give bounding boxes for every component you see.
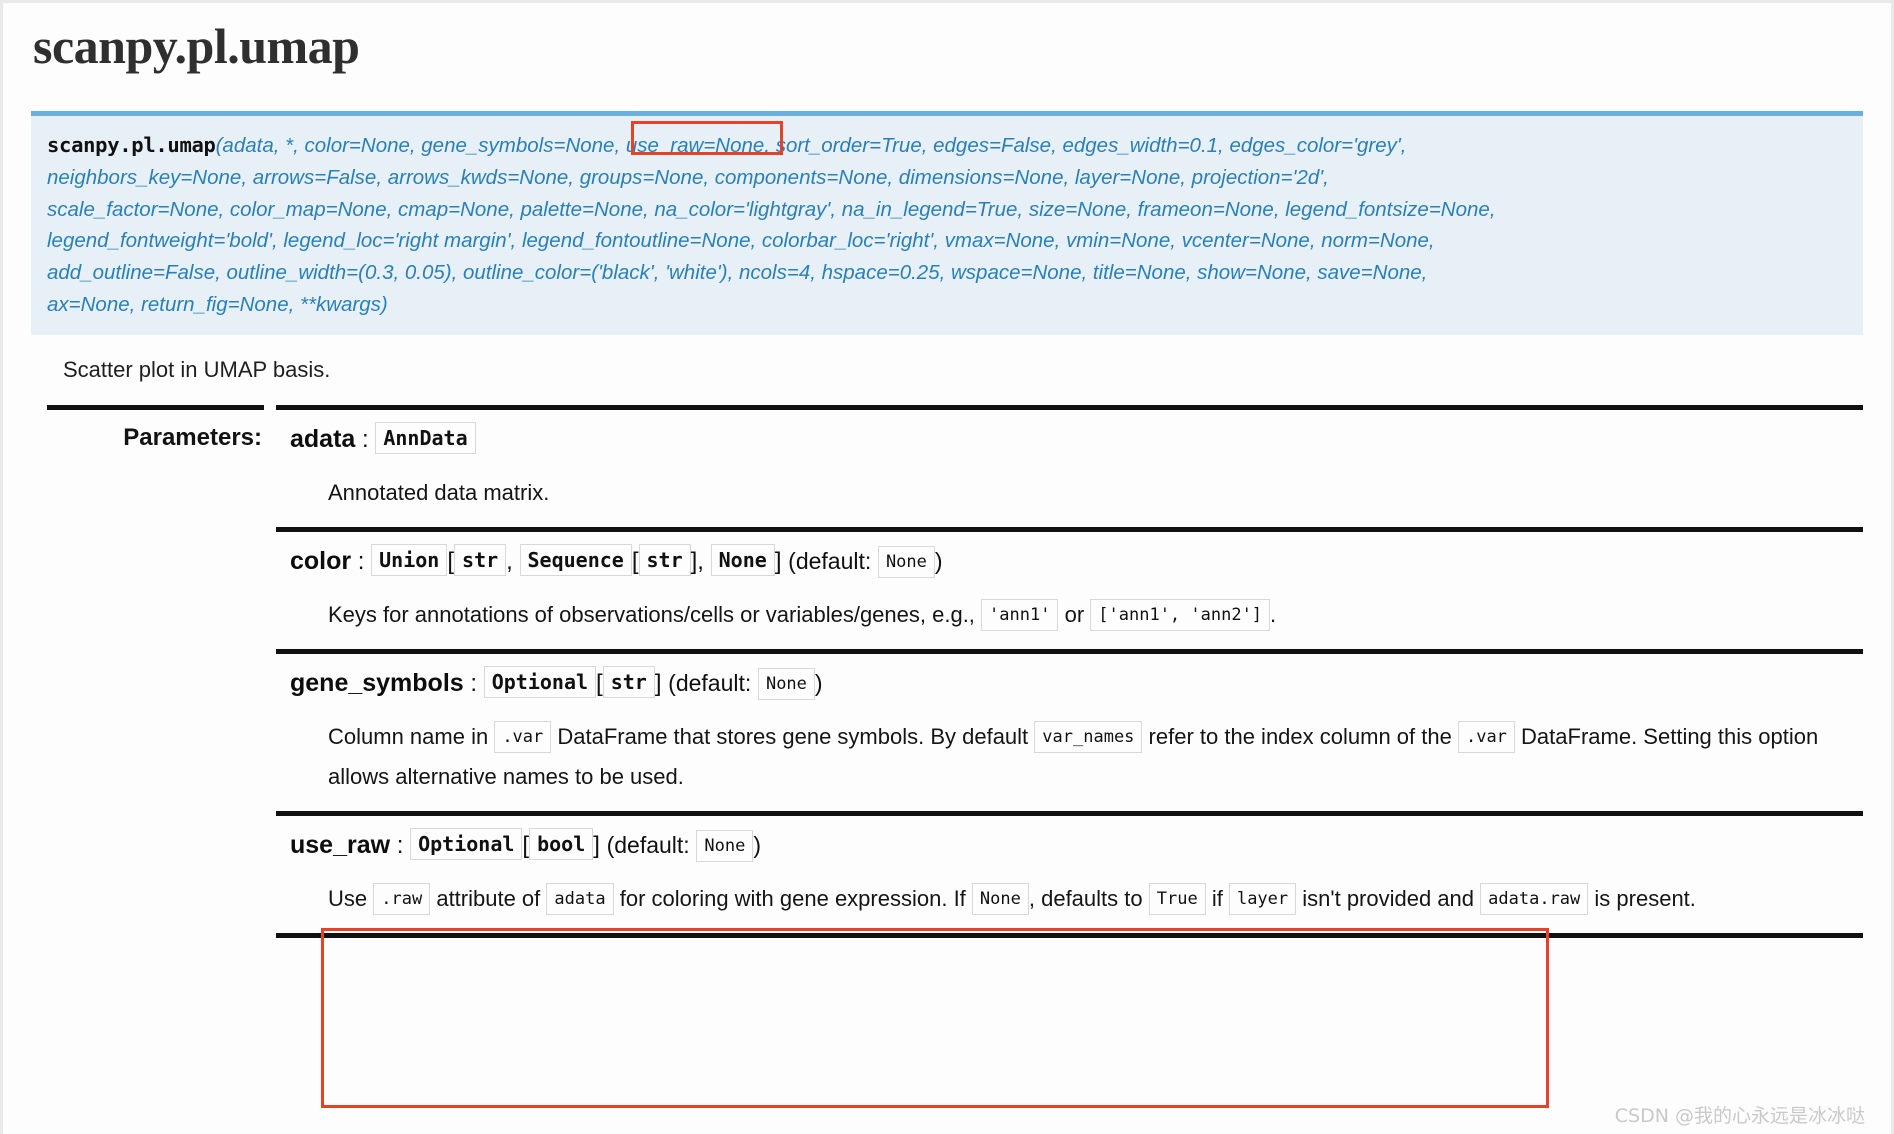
param-gene-symbols-type-optional: Optional [483, 665, 597, 698]
param-gene-symbols: gene_symbols : Optional[str] (default: N… [276, 654, 1863, 811]
annotation-box-param-use-raw [321, 928, 1549, 1108]
signature-line-1: scanpy.pl.umap(adata, *, color=None, gen… [47, 130, 1849, 162]
param-gene-symbols-name: gene_symbols [290, 668, 464, 697]
page-title: scanpy.pl.umap [33, 18, 360, 74]
param-color-bracket-1: [ [447, 547, 455, 575]
signature-line-2: neighbors_key=None, arrows=False, arrows… [47, 165, 1329, 189]
param-gene-symbols-default-open: (default: [668, 669, 752, 696]
parameters-body-cell: adata : AnnData Annotated data matrix. c… [276, 404, 1863, 938]
param-use-raw-desc: Use .raw attribute of adata for coloring… [328, 879, 1828, 919]
param-color-type-str-2: str [638, 543, 691, 576]
param-color-desc: Keys for annotations of observations/cel… [328, 595, 1828, 635]
parameters-label-cell: Parameters: [31, 404, 276, 938]
param-gene-symbols-bracket-2: ] [654, 669, 662, 697]
param-gene-symbols-default-value: None [757, 667, 815, 700]
param-adata: adata : AnnData Annotated data matrix. [276, 410, 1863, 527]
param-gene-symbols-colon: : [470, 669, 478, 697]
param-color: color : Union[str, Sequence[str], None] … [276, 532, 1863, 649]
param-color-bracket-3: ], [690, 547, 704, 575]
param-color-type-str-1: str [454, 543, 507, 576]
param-use-raw-code-adata-raw: adata.raw [1480, 882, 1589, 915]
param-use-raw-desc-7: is present. [1594, 885, 1696, 911]
param-color-desc-3: . [1270, 601, 1277, 627]
param-gene-symbols-desc-1: Column name in [328, 723, 489, 749]
param-use-raw-desc-2: attribute of [436, 885, 541, 911]
param-use-raw-code-raw: .raw [373, 882, 431, 915]
signature-line-3: scale_factor=None, color_map=None, cmap=… [47, 197, 1496, 221]
param-use-raw-colon: : [396, 831, 404, 859]
param-color-type-union: Union [371, 543, 448, 576]
param-color-bracket-4: ] [774, 547, 782, 575]
param-use-raw-type-bool: bool [529, 827, 594, 860]
param-use-raw-desc-5: if [1211, 885, 1223, 911]
param-gene-symbols-desc-3: refer to the index column of the [1148, 723, 1452, 749]
param-use-raw-code-none: None [971, 882, 1029, 915]
function-summary: Scatter plot in UMAP basis. [63, 356, 331, 382]
param-color-colon: : [357, 547, 365, 575]
param-color-code-ann1: 'ann1' [981, 598, 1059, 631]
documentation-page: scanpy.pl.umap scanpy.pl.umap(adata, *, … [0, 0, 1894, 1134]
param-gene-symbols-code-var-2: .var [1457, 720, 1515, 753]
param-color-bracket-2: [ [631, 547, 639, 575]
parameters-row: Parameters: adata : AnnData Annotated da… [31, 404, 1863, 938]
param-color-comma-1: , [506, 547, 513, 575]
param-use-raw-head: use_raw : Optional[bool] (default: None) [290, 827, 1863, 863]
param-use-raw-bracket-1: [ [522, 831, 530, 859]
parameters-label: Parameters: [123, 423, 262, 451]
param-color-desc-1: Keys for annotations of observations/cel… [328, 601, 975, 627]
rule-after-use-raw [276, 932, 1863, 938]
param-use-raw-name: use_raw [290, 830, 391, 859]
signature-line-4: legend_fontweight='bold', legend_loc='ri… [47, 229, 1435, 253]
param-gene-symbols-code-var-names: var_names [1034, 720, 1143, 753]
param-use-raw: use_raw : Optional[bool] (default: None)… [276, 816, 1863, 933]
signature-line-5: add_outline=False, outline_width=(0.3, 0… [47, 261, 1428, 285]
signature-line-6: ax=None, return_fig=None, **kwargs) [47, 292, 388, 316]
param-use-raw-desc-4: , defaults to [1028, 885, 1143, 911]
param-color-name: color [290, 546, 352, 575]
param-gene-symbols-head: gene_symbols : Optional[str] (default: N… [290, 665, 1863, 701]
parameters-field-table: Parameters: adata : AnnData Annotated da… [31, 404, 1863, 938]
param-use-raw-default-close: ) [753, 831, 761, 858]
param-gene-symbols-desc-2: DataFrame that stores gene symbols. By d… [557, 723, 1029, 749]
param-use-raw-default-value: None [696, 829, 754, 862]
param-gene-symbols-desc: Column name in .var DataFrame that store… [328, 717, 1828, 797]
param-use-raw-type-optional: Optional [410, 827, 523, 860]
param-use-raw-desc-1: Use [328, 885, 368, 911]
param-color-default-open: (default: [788, 547, 872, 574]
param-adata-name: adata [290, 424, 356, 453]
param-use-raw-desc-6: isn't provided and [1302, 885, 1475, 911]
param-use-raw-bracket-2: ] [593, 831, 600, 859]
param-color-code-ann-list: ['ann1', 'ann2'] [1090, 598, 1271, 631]
param-adata-type: AnnData [375, 421, 476, 454]
function-signature-block: scanpy.pl.umap(adata, *, color=None, gen… [31, 111, 1863, 335]
param-use-raw-default-open: (default: [606, 831, 690, 858]
param-adata-head: adata : AnnData [290, 421, 1863, 457]
param-gene-symbols-type-str: str [602, 665, 655, 698]
param-color-default-close: ) [934, 547, 943, 574]
param-color-type-sequence: Sequence [519, 543, 632, 576]
param-gene-symbols-code-var-1: .var [494, 720, 552, 753]
param-use-raw-code-layer: layer [1228, 882, 1297, 915]
param-adata-colon: : [361, 425, 369, 453]
watermark: CSDN @我的心永远是冰冰哒 [1614, 1105, 1865, 1127]
param-use-raw-code-true: True [1148, 882, 1206, 915]
signature-args-1: adata, *, color=None, gene_symbols=None,… [222, 134, 1407, 157]
param-gene-symbols-default-close: ) [814, 669, 823, 696]
param-gene-symbols-bracket-1: [ [596, 669, 603, 697]
param-use-raw-desc-3: for coloring with gene expression. If [619, 885, 966, 911]
param-color-type-none: None [710, 543, 775, 576]
param-color-desc-2: or [1064, 601, 1085, 627]
param-color-head: color : Union[str, Sequence[str], None] … [290, 543, 1863, 579]
param-use-raw-code-adata: adata [546, 882, 614, 915]
param-color-default-value: None [877, 545, 935, 578]
signature-qualname: scanpy.pl.umap [47, 133, 216, 157]
param-adata-desc: Annotated data matrix. [328, 479, 550, 505]
